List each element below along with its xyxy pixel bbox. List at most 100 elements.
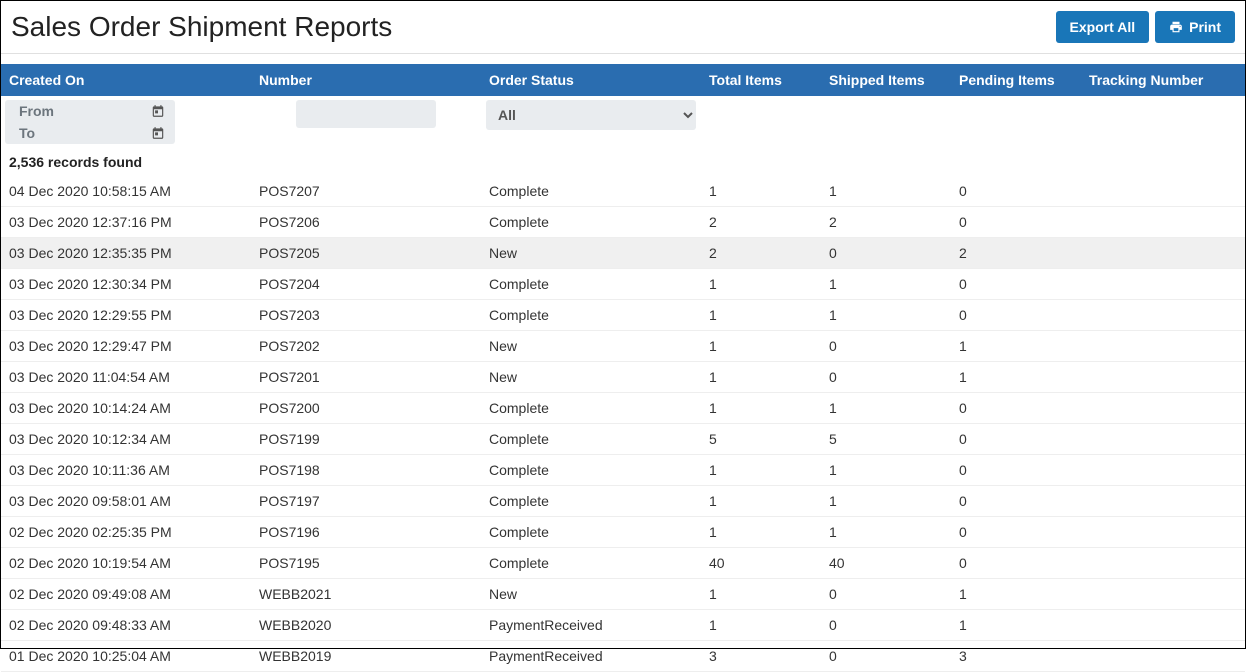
cell-total-items: 2 [701,238,821,269]
col-header-created-on[interactable]: Created On [1,64,251,96]
table-row[interactable]: 03 Dec 2020 12:29:47 PMPOS7202New101 [1,331,1245,362]
cell-created-on: 02 Dec 2020 09:48:33 AM [1,610,251,641]
print-label: Print [1189,19,1221,35]
export-all-button[interactable]: Export All [1056,11,1150,43]
cell-order-status: Complete [481,393,701,424]
cell-tracking-number [1081,331,1245,362]
number-filter-input[interactable] [296,100,436,128]
cell-pending-items: 0 [951,517,1081,548]
cell-number: POS7202 [251,331,481,362]
cell-tracking-number [1081,641,1245,672]
cell-tracking-number [1081,517,1245,548]
cell-order-status: New [481,331,701,362]
cell-number: POS7206 [251,207,481,238]
cell-created-on: 02 Dec 2020 09:49:08 AM [1,579,251,610]
table-row[interactable]: 03 Dec 2020 10:11:36 AMPOS7198Complete11… [1,455,1245,486]
date-from-input[interactable]: From [5,100,175,122]
cell-tracking-number [1081,393,1245,424]
date-to-input[interactable]: To [5,122,175,144]
col-header-order-status[interactable]: Order Status [481,64,701,96]
table-row[interactable]: 03 Dec 2020 10:12:34 AMPOS7199Complete55… [1,424,1245,455]
cell-tracking-number [1081,362,1245,393]
cell-tracking-number [1081,238,1245,269]
print-button[interactable]: Print [1155,11,1235,43]
table-row[interactable]: 03 Dec 2020 12:29:55 PMPOS7203Complete11… [1,300,1245,331]
calendar-icon [151,126,165,140]
cell-pending-items: 0 [951,455,1081,486]
cell-tracking-number [1081,424,1245,455]
cell-shipped-items: 0 [821,238,951,269]
col-header-number[interactable]: Number [251,64,481,96]
cell-shipped-items: 0 [821,610,951,641]
print-icon [1169,20,1183,34]
cell-created-on: 03 Dec 2020 10:14:24 AM [1,393,251,424]
cell-total-items: 3 [701,641,821,672]
table-row[interactable]: 03 Dec 2020 12:35:35 PMPOS7205New202 [1,238,1245,269]
cell-number: WEBB2019 [251,641,481,672]
page-header: Sales Order Shipment Reports Export All … [1,1,1245,54]
cell-number: POS7197 [251,486,481,517]
cell-pending-items: 3 [951,641,1081,672]
table-row[interactable]: 02 Dec 2020 09:48:33 AMWEBB2020PaymentRe… [1,610,1245,641]
shipment-report-table: Created On Number Order Status Total Ite… [1,64,1245,672]
col-header-tracking-number[interactable]: Tracking Number [1081,64,1245,96]
table-filter-row: From To [1,96,1245,148]
cell-order-status: Complete [481,176,701,207]
table-row[interactable]: 02 Dec 2020 09:49:08 AMWEBB2021New101 [1,579,1245,610]
cell-order-status: Complete [481,517,701,548]
cell-number: POS7196 [251,517,481,548]
table-row[interactable]: 03 Dec 2020 12:37:16 PMPOS7206Complete22… [1,207,1245,238]
cell-order-status: Complete [481,269,701,300]
cell-tracking-number [1081,207,1245,238]
status-filter-select[interactable]: All [486,100,696,130]
table-row[interactable]: 02 Dec 2020 10:19:54 AMPOS7195Complete 40… [1,548,1245,579]
table-row[interactable]: 01 Dec 2020 10:25:04 AMWEBB2019PaymentRe… [1,641,1245,672]
cell-order-status: Complete [481,455,701,486]
cell-order-status: Complete [481,207,701,238]
cell-number: POS7204 [251,269,481,300]
cell-created-on: 03 Dec 2020 11:04:54 AM [1,362,251,393]
cell-pending-items: 0 [951,176,1081,207]
cell-total-items: 1 [701,176,821,207]
cell-shipped-items: 40 [821,548,951,579]
cell-total-items: 1 [701,331,821,362]
content-area: Created On Number Order Status Total Ite… [1,54,1245,672]
cell-shipped-items: 0 [821,641,951,672]
cell-order-status: Complete [481,548,701,579]
table-row[interactable]: 03 Dec 2020 11:04:54 AMPOS7201New101 [1,362,1245,393]
cell-shipped-items: 1 [821,269,951,300]
table-row[interactable]: 03 Dec 2020 12:30:34 PMPOS7204Complete11… [1,269,1245,300]
cell-shipped-items: 2 [821,207,951,238]
cell-order-status: New [481,238,701,269]
table-header-row: Created On Number Order Status Total Ite… [1,64,1245,96]
date-to-label: To [19,125,35,141]
cell-shipped-items: 5 [821,424,951,455]
cell-shipped-items: 0 [821,331,951,362]
col-header-shipped-items[interactable]: Shipped Items [821,64,951,96]
cell-tracking-number [1081,300,1245,331]
cell-created-on: 03 Dec 2020 12:29:55 PM [1,300,251,331]
cell-created-on: 03 Dec 2020 12:29:47 PM [1,331,251,362]
col-header-total-items[interactable]: Total Items [701,64,821,96]
date-from-label: From [19,103,54,119]
cell-pending-items: 0 [951,300,1081,331]
records-found-label: 2,536 records found [1,148,1245,176]
cell-total-items: 1 [701,362,821,393]
cell-pending-items: 2 [951,238,1081,269]
cell-pending-items: 0 [951,393,1081,424]
cell-number: POS7205 [251,238,481,269]
table-row[interactable]: 03 Dec 2020 10:14:24 AMPOS7200Complete11… [1,393,1245,424]
cell-total-items: 1 [701,455,821,486]
cell-tracking-number [1081,579,1245,610]
table-row[interactable]: 02 Dec 2020 02:25:35 PMPOS7196Complete11… [1,517,1245,548]
table-row[interactable]: 03 Dec 2020 09:58:01 AMPOS7197Complete11… [1,486,1245,517]
cell-number: POS7207 [251,176,481,207]
cell-created-on: 02 Dec 2020 10:19:54 AM [1,548,251,579]
cell-created-on: 02 Dec 2020 02:25:35 PM [1,517,251,548]
cell-tracking-number [1081,548,1245,579]
table-row[interactable]: 04 Dec 2020 10:58:15 AMPOS7207Complete11… [1,176,1245,207]
col-header-pending-items[interactable]: Pending Items [951,64,1081,96]
cell-number: POS7195 [251,548,481,579]
cell-pending-items: 1 [951,610,1081,641]
cell-pending-items: 0 [951,548,1081,579]
